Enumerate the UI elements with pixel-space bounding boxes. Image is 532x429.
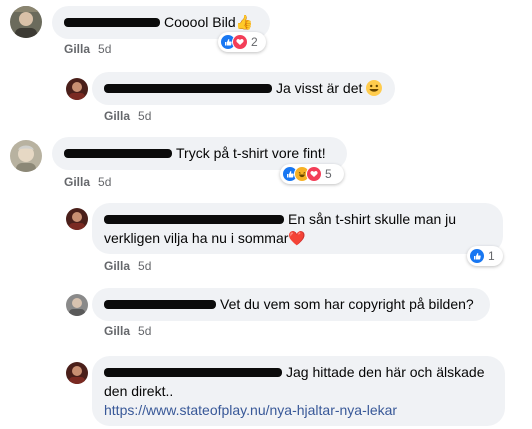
love-reaction-icon — [306, 166, 322, 182]
redacted-author-name — [64, 148, 172, 158]
like-reaction-icon — [469, 248, 485, 264]
comment-meta: Gilla 5d — [64, 175, 111, 189]
love-reaction-icon — [232, 34, 248, 50]
like-link[interactable]: Gilla — [64, 42, 90, 56]
comment-text: Vet du vem som har copyright på bilden? — [220, 296, 474, 312]
thumbs-up-emoji: 👍 — [235, 14, 254, 30]
avatar[interactable] — [66, 362, 88, 384]
redacted-author-name — [104, 83, 272, 93]
comment-meta: Gilla 5d — [104, 109, 151, 123]
comment-bubble: Ja visst är det — [92, 72, 395, 105]
timestamp[interactable]: 5d — [98, 175, 111, 189]
comment-bubble: En sån t-shirt skulle man ju verkligen v… — [92, 203, 503, 254]
avatar[interactable] — [66, 78, 88, 100]
reaction-summary[interactable]: 5 — [280, 164, 344, 184]
comment-text-line: verkligen vilja ha nu i sommar — [104, 230, 289, 246]
redacted-author-name — [104, 299, 216, 309]
like-link[interactable]: Gilla — [104, 259, 130, 273]
comment-text-line: Jag hittade den här och älskade — [286, 364, 485, 380]
reaction-count: 2 — [251, 35, 258, 49]
avatar[interactable] — [10, 140, 42, 172]
comment-text: Ja visst är det — [276, 80, 363, 96]
timestamp[interactable]: 5d — [138, 109, 151, 123]
reaction-count: 1 — [488, 249, 495, 263]
comment-bubble: Vet du vem som har copyright på bilden? — [92, 288, 490, 321]
avatar[interactable] — [66, 208, 88, 230]
timestamp[interactable]: 5d — [138, 324, 151, 338]
reaction-summary[interactable]: 1 — [467, 246, 503, 266]
like-link[interactable]: Gilla — [104, 324, 130, 338]
comment-text: Cooool Bild — [164, 14, 236, 30]
comment-text-line: den direkt.. — [104, 383, 174, 399]
like-link[interactable]: Gilla — [64, 175, 90, 189]
timestamp[interactable]: 5d — [98, 42, 111, 56]
comment-text: Tryck på t-shirt vore fint! — [176, 145, 326, 161]
timestamp[interactable]: 5d — [138, 259, 151, 273]
reaction-count: 5 — [325, 167, 332, 181]
redacted-author-name — [104, 214, 284, 224]
reaction-summary[interactable]: 2 — [218, 32, 266, 52]
heart-emoji: ❤️ — [288, 230, 306, 246]
smiley-emoji — [366, 80, 383, 96]
comment-bubble: Jag hittade den här och älskade den dire… — [92, 356, 505, 426]
avatar[interactable] — [66, 294, 88, 316]
redacted-author-name — [64, 17, 160, 27]
redacted-author-name — [104, 367, 282, 377]
comment-meta: Gilla 5d — [64, 42, 111, 56]
comment-text-line: En sån t-shirt skulle man ju — [288, 211, 457, 227]
comment-meta: Gilla 5d — [104, 259, 151, 273]
avatar[interactable] — [10, 6, 42, 38]
like-link[interactable]: Gilla — [104, 109, 130, 123]
comment-meta: Gilla 5d — [104, 324, 151, 338]
comment-link[interactable]: https://www.stateofplay.nu/nya-hjaltar-n… — [104, 402, 397, 418]
